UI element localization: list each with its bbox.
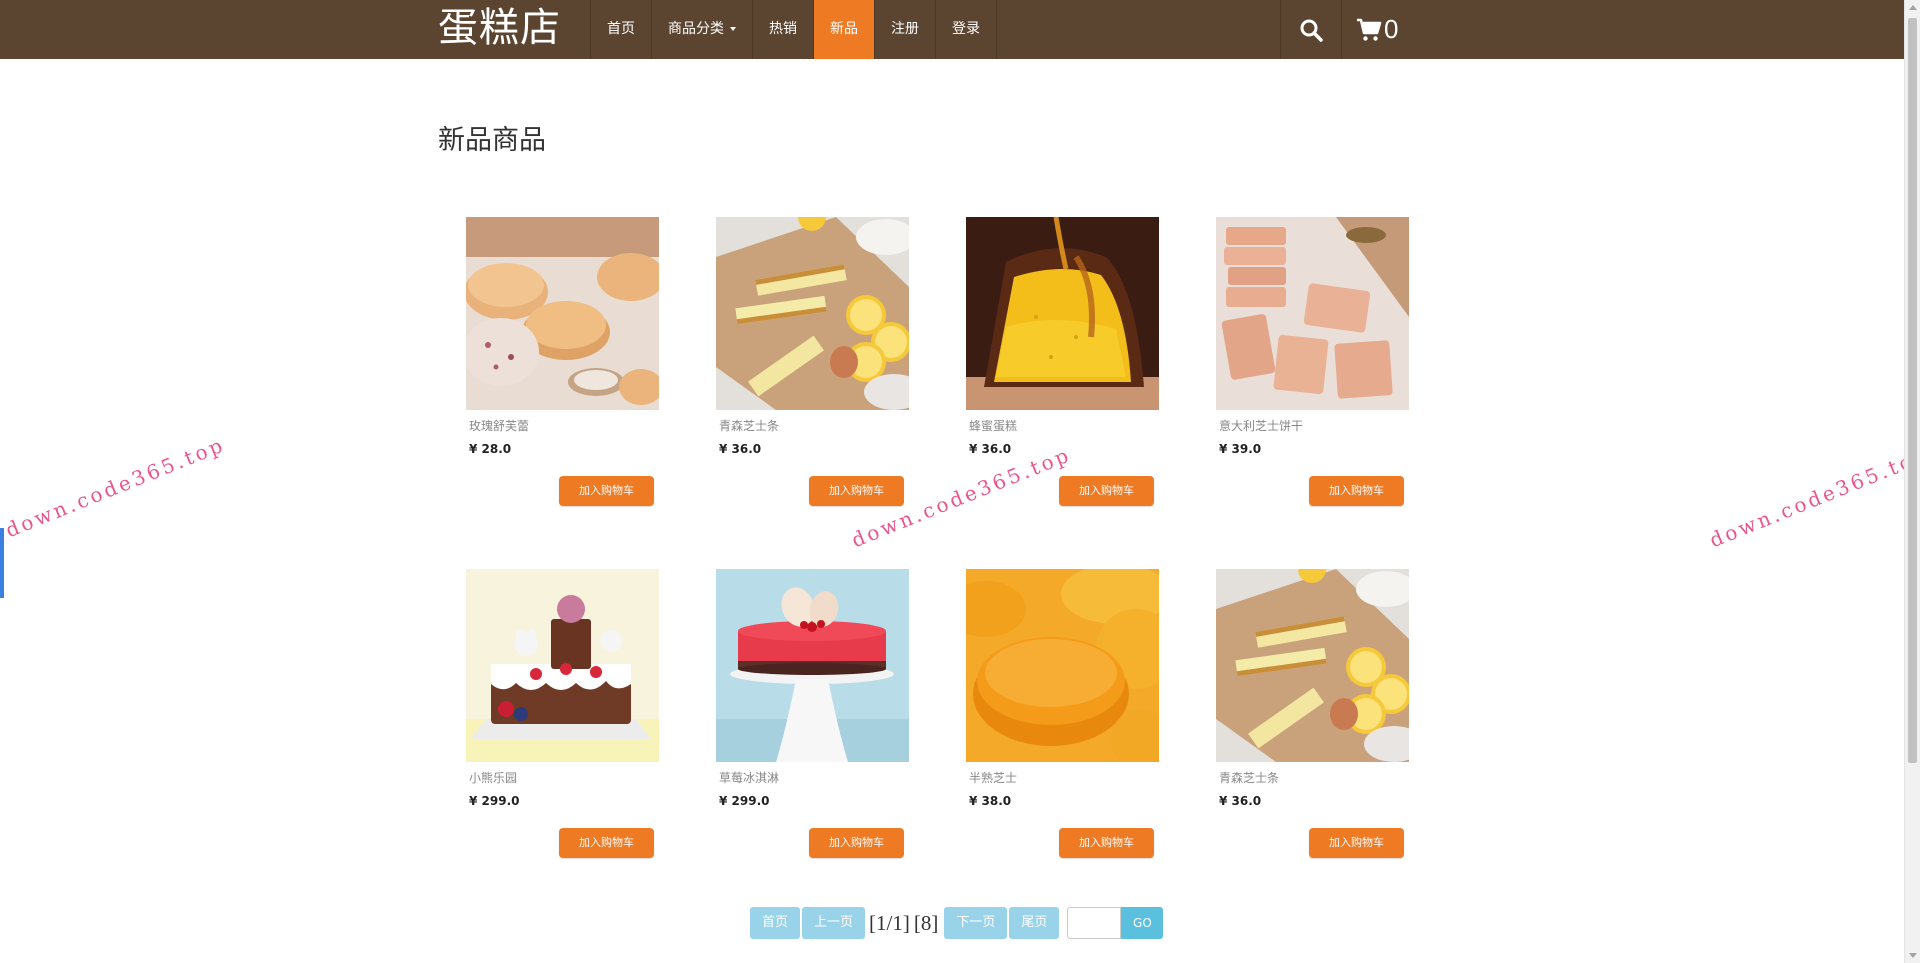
product-image[interactable] xyxy=(466,217,659,410)
product-price: ¥ 28.0 xyxy=(469,442,512,456)
product-image[interactable] xyxy=(966,217,1159,410)
product-image[interactable] xyxy=(716,569,909,762)
product-name[interactable]: 意大利芝士饼干 xyxy=(1219,417,1409,433)
pagination: 首页 上一页 [1/1] [8] 下一页 尾页 GO xyxy=(750,906,1164,939)
product-price: ¥ 36.0 xyxy=(719,442,762,456)
search-button[interactable] xyxy=(1280,0,1342,59)
scroll-up-icon[interactable] xyxy=(1909,5,1917,10)
search-icon xyxy=(1300,19,1323,42)
product-name[interactable]: 玫瑰舒芙蕾 xyxy=(469,417,659,433)
next-page-button[interactable]: 下一页 xyxy=(944,906,1008,939)
product-card: 小熊乐园 ¥ 299.0 加入购物车 xyxy=(466,569,659,858)
product-image[interactable] xyxy=(716,217,909,410)
product-image[interactable] xyxy=(1216,217,1409,410)
product-price: ¥ 39.0 xyxy=(1219,442,1262,456)
add-to-cart-button[interactable]: 加入购物车 xyxy=(809,828,904,858)
product-card: 蜂蜜蛋糕 ¥ 36.0 加入购物车 xyxy=(966,217,1159,506)
nav-right: 0 xyxy=(1280,0,1412,59)
vertical-scrollbar[interactable] xyxy=(1904,0,1920,963)
product-card: 青森芝士条 ¥ 36.0 加入购物车 xyxy=(1216,569,1409,858)
last-page-button[interactable]: 尾页 xyxy=(1009,906,1060,939)
go-button[interactable]: GO xyxy=(1121,906,1164,939)
nav-item-label: 热销 xyxy=(769,21,797,37)
add-to-cart-button[interactable]: 加入购物车 xyxy=(1309,828,1404,858)
product-price: ¥ 299.0 xyxy=(469,794,520,808)
watermark: down.code365.top xyxy=(1706,442,1920,553)
scroll-down-icon[interactable] xyxy=(1909,953,1917,958)
page-info: [1/1] xyxy=(869,910,910,935)
brand-logo[interactable]: 蛋糕店 xyxy=(438,0,561,59)
add-to-cart-button[interactable]: 加入购物车 xyxy=(1309,476,1404,506)
page-title: 新品商品 xyxy=(438,125,546,156)
nav-item-label: 商品分类 xyxy=(668,21,724,37)
add-to-cart-button[interactable]: 加入购物车 xyxy=(559,828,654,858)
caret-down-icon xyxy=(730,27,736,31)
product-card: 意大利芝士饼干 ¥ 39.0 加入购物车 xyxy=(1216,217,1409,506)
scrollbar-thumb[interactable] xyxy=(1908,18,1917,763)
product-card: 玫瑰舒芙蕾 ¥ 28.0 加入购物车 xyxy=(466,217,659,506)
nav-item-label: 注册 xyxy=(891,21,919,37)
first-page-button[interactable]: 首页 xyxy=(750,906,801,939)
cart-icon xyxy=(1357,18,1382,41)
total-count: [8] xyxy=(913,910,939,935)
nav-item-register[interactable]: 注册 xyxy=(874,0,935,59)
product-price: ¥ 299.0 xyxy=(719,794,770,808)
nav-item-label: 新品 xyxy=(830,21,858,37)
product-card: 青森芝士条 ¥ 36.0 加入购物车 xyxy=(716,217,909,506)
nav-item-label: 首页 xyxy=(607,21,635,37)
watermark: down.code365.top xyxy=(2,432,229,543)
side-tab[interactable] xyxy=(0,528,4,598)
nav-item-label: 登录 xyxy=(952,21,980,37)
product-name[interactable]: 青森芝士条 xyxy=(1219,769,1409,785)
main-nav: 首页 商品分类 热销 新品 注册 登录 xyxy=(590,0,997,59)
product-image[interactable] xyxy=(966,569,1159,762)
add-to-cart-button[interactable]: 加入购物车 xyxy=(1059,476,1154,506)
product-name[interactable]: 半熟芝士 xyxy=(969,769,1159,785)
add-to-cart-button[interactable]: 加入购物车 xyxy=(809,476,904,506)
add-to-cart-button[interactable]: 加入购物车 xyxy=(1059,828,1154,858)
top-navbar: 蛋糕店 首页 商品分类 热销 新品 注册 登录 0 xyxy=(0,0,1904,59)
add-to-cart-button[interactable]: 加入购物车 xyxy=(559,476,654,506)
product-price: ¥ 38.0 xyxy=(969,794,1012,808)
product-card: 草莓冰淇淋 ¥ 299.0 加入购物车 xyxy=(716,569,909,858)
product-price: ¥ 36.0 xyxy=(1219,794,1262,808)
product-image[interactable] xyxy=(466,569,659,762)
product-name[interactable]: 蜂蜜蛋糕 xyxy=(969,417,1159,433)
page-number-input[interactable] xyxy=(1067,906,1122,939)
prev-page-button[interactable]: 上一页 xyxy=(802,906,866,939)
cart-count: 0 xyxy=(1384,14,1399,44)
nav-item-hot[interactable]: 热销 xyxy=(752,0,813,59)
product-card: 半熟芝士 ¥ 38.0 加入购物车 xyxy=(966,569,1159,858)
product-image[interactable] xyxy=(1216,569,1409,762)
cart-button[interactable]: 0 xyxy=(1342,0,1412,59)
product-name[interactable]: 小熊乐园 xyxy=(469,769,659,785)
product-name[interactable]: 青森芝士条 xyxy=(719,417,909,433)
product-name[interactable]: 草莓冰淇淋 xyxy=(719,769,909,785)
nav-item-new[interactable]: 新品 xyxy=(813,0,874,59)
nav-item-login[interactable]: 登录 xyxy=(935,0,997,59)
nav-item-categories[interactable]: 商品分类 xyxy=(651,0,752,59)
nav-item-home[interactable]: 首页 xyxy=(590,0,651,59)
